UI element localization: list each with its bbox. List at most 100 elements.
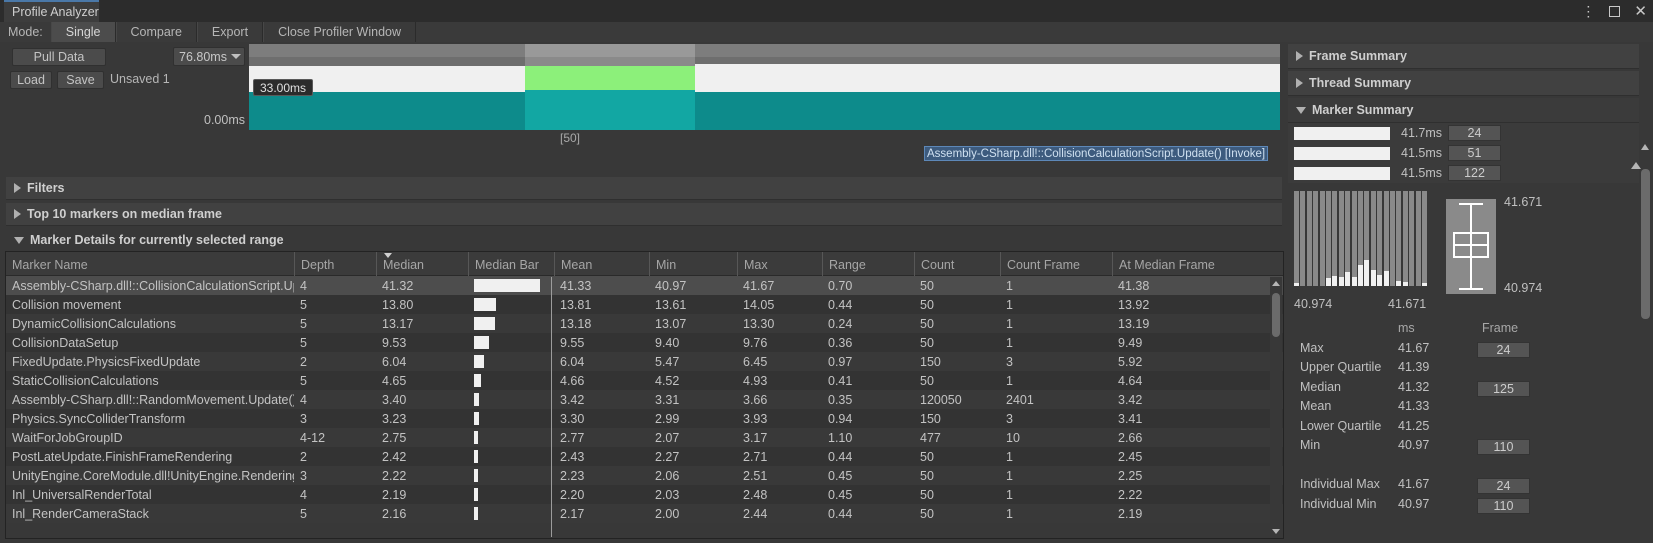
column-header-marker-name[interactable]: Marker Name [6,252,294,276]
scroll-up-icon[interactable] [1641,144,1649,150]
histogram-bin-bar [1402,282,1408,286]
stats-label: Median [1300,379,1341,394]
column-header-median[interactable]: Median [376,252,468,276]
stats-frame-button[interactable]: 24 [1477,341,1530,358]
cell-min: 2.06 [655,468,680,483]
histogram-bin-background [1396,191,1402,286]
scrollbar-thumb[interactable] [1641,169,1650,319]
table-row[interactable]: UnityEngine.CoreModule.dll!UnityEngine.R… [6,466,1283,485]
table-row[interactable]: CollisionDataSetup 5 9.53 9.55 9.40 9.76 0.36 5… [6,333,1283,352]
table-row[interactable]: Physics.SyncColliderTransform 3 3.23 3.30 2.… [6,409,1283,428]
cell-range: 0.45 [828,487,853,502]
stats-label: Lower Quartile [1300,418,1382,433]
table-row[interactable]: FixedUpdate.PhysicsFixedUpdate 2 6.04 6.04 5… [6,352,1283,371]
foldout-marker-details[interactable]: Marker Details for currently selected ra… [6,229,1282,252]
table-row[interactable]: PostLateUpdate.FinishFrameRendering 2 2.42… [6,447,1283,466]
pull-data-button[interactable]: Pull Data [12,48,106,66]
cell-median: 13.17 [382,316,414,331]
scale-dropdown[interactable]: 76.80ms [173,47,245,66]
cell-marker-name: UnityEngine.CoreModule.dll!UnityEngine.R… [12,468,294,483]
marker-summary-ms: 41.5ms [1401,146,1442,160]
frame-time-graph[interactable] [249,44,1280,130]
table-row[interactable]: Inl_UniversalRenderTotal 4 2.19 2.20 2.03 2.4… [6,485,1283,504]
cell-count: 50 [920,449,934,464]
mode-button-single[interactable]: Single [50,22,116,42]
median-bar [474,298,496,311]
load-button[interactable]: Load [10,71,52,89]
cell-max: 3.17 [743,430,768,445]
stats-frame-button[interactable]: 24 [1477,478,1530,494]
marker-summary-frame-button[interactable]: 51 [1448,145,1501,161]
cell-depth: 3 [300,411,307,426]
cell-depth: 2 [300,449,307,464]
histogram-bin-background [1422,191,1427,286]
graph-tooltip: 33.00ms [253,79,314,96]
column-header-median-bar[interactable]: Median Bar [468,252,554,276]
unsaved-label: Unsaved 1 [110,72,170,86]
table-row[interactable]: Collision movement 5 13.80 13.81 13.61 14.05 0… [6,295,1283,314]
window-menu-icon[interactable]: ⋮ [1581,4,1595,18]
column-header-at-median-frame[interactable]: At Median Frame [1112,252,1272,276]
stats-ms-value: 41.67 [1398,477,1430,491]
scale-value: 76.80ms [179,49,227,64]
selected-marker-label[interactable]: Assembly-CSharp.dll!::CollisionCalculati… [924,146,1269,161]
column-header-range[interactable]: Range [822,252,914,276]
cell-median: 2.16 [382,506,407,521]
marker-summary-frame-button[interactable]: 24 [1448,125,1501,141]
scrollbar-thumb[interactable] [1272,293,1280,337]
scroll-up-icon[interactable] [1270,277,1282,289]
cell-depth: 5 [300,316,307,331]
tab-profile-analyzer[interactable]: Profile Analyzer [4,0,99,22]
foldout-frame-summary[interactable]: Frame Summary [1288,44,1639,69]
table-row[interactable]: Assembly-CSharp.dll!::RandomMovement.Upd… [6,390,1283,409]
column-header-label: Count Frame [1007,258,1080,272]
table-scrollbar[interactable] [1270,277,1282,537]
stats-label: Max [1300,340,1324,355]
column-header-min[interactable]: Min [649,252,737,276]
foldout-thread-summary[interactable]: Thread Summary [1288,71,1639,96]
column-header-label: Median [383,258,424,272]
cell-depth: 4 [300,487,307,502]
stats-row: Max 41.67 24 [1288,341,1653,361]
table-header-row: Marker Name Depth Median Median Bar Mean Min M… [6,252,1283,276]
table-row[interactable]: Assembly-CSharp.dll!::CollisionCalculati… [6,276,1283,295]
cell-range: 0.24 [828,316,853,331]
cell-range: 0.70 [828,278,853,293]
save-button[interactable]: Save [57,71,104,89]
stats-frame-button[interactable]: 125 [1477,380,1530,397]
close-icon[interactable]: ✕ [1634,4,1647,19]
histogram-bin-bar [1370,270,1376,286]
table-row[interactable]: WaitForJobGroupID 4-12 2.75 2.77 2.07 3.17 1.1… [6,428,1283,447]
table-row[interactable]: StaticCollisionCalculations 5 4.65 4.66 4.52… [6,371,1283,390]
cell-median: 9.53 [382,335,407,350]
table-row[interactable]: Inl_RenderCameraStack 5 2.16 2.17 2.00 2.44 0.… [6,504,1283,523]
tab-label: Profile Analyzer [12,5,99,19]
foldout-marker-summary[interactable]: Marker Summary [1288,98,1639,123]
column-header-max[interactable]: Max [737,252,822,276]
right-panel-scrollbar[interactable] [1640,144,1651,543]
stats-frame-button[interactable]: 110 [1477,439,1530,455]
cell-max: 9.76 [743,335,768,350]
column-header-count[interactable]: Count [914,252,1000,276]
cell-marker-name: Collision movement [12,297,122,312]
mode-button-export[interactable]: Export [196,22,264,42]
cell-range: 0.41 [828,373,853,388]
foldout-top-10-markers[interactable]: Top 10 markers on median frame [6,203,1282,226]
histogram-bin-background [1409,191,1415,286]
cell-max: 2.51 [743,468,768,483]
foldout-filters[interactable]: Filters [6,177,1282,200]
scroll-down-icon[interactable] [1270,525,1282,537]
column-header-depth[interactable]: Depth [294,252,376,276]
stats-label: Individual Max [1300,477,1380,491]
marker-summary-frame-button[interactable]: 122 [1448,165,1501,181]
column-header-mean[interactable]: Mean [554,252,649,276]
mode-button-close-profiler-window[interactable]: Close Profiler Window [263,22,417,42]
histogram-bin-background [1319,191,1325,286]
table-row[interactable]: DynamicCollisionCalculations 5 13.17 13.18 1… [6,314,1283,333]
mode-button-compare[interactable]: Compare [115,22,197,42]
stats-frame-button[interactable]: 110 [1477,497,1530,514]
column-header-count-frame[interactable]: Count Frame [1000,252,1112,276]
stats-ms-value: 40.97 [1398,496,1430,511]
column-header-label: Min [656,258,677,272]
maximize-icon[interactable] [1609,5,1621,17]
